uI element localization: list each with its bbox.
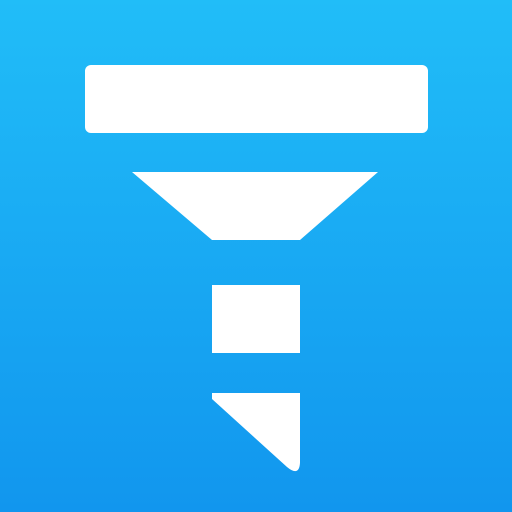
funnel-mouth-shape <box>132 172 378 240</box>
funnel-filter-icon <box>85 65 428 472</box>
funnel-top-bar <box>85 65 428 133</box>
funnel-spout-shape <box>212 393 300 472</box>
app-icon <box>0 0 512 512</box>
funnel-middle-block <box>212 285 300 353</box>
